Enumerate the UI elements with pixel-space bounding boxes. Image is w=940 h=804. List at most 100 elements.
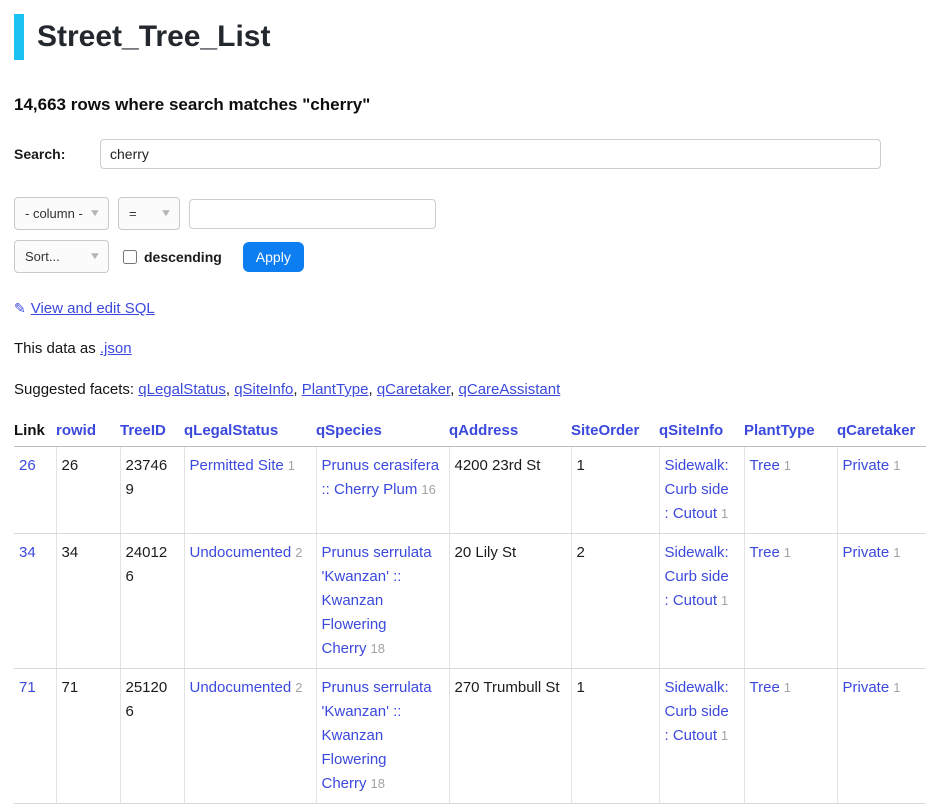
cell-qaddress: 4200 23rd St: [449, 447, 571, 534]
search-input[interactable]: [100, 139, 881, 169]
facet-count: 1: [784, 458, 791, 473]
row-link[interactable]: 34: [19, 544, 36, 561]
facet-count: 1: [721, 728, 728, 743]
results-table: LinkrowidTreeIDqLegalStatusqSpeciesqAddr…: [14, 420, 926, 804]
facet-value-link[interactable]: Undocumented: [190, 544, 292, 561]
facet-count: 1: [893, 458, 900, 473]
table-row: 3434240126Undocumented2Prunus serrulata …: [14, 534, 926, 669]
column-header-qcaretaker[interactable]: qCaretaker: [837, 420, 926, 447]
sort-select[interactable]: Sort...: [14, 240, 109, 273]
cell-qcaretaker: Private1: [837, 669, 926, 804]
facet-value-link[interactable]: Undocumented: [190, 679, 292, 696]
cell-link: 34: [14, 534, 56, 669]
sort-row: Sort... ▼ descending Apply: [14, 240, 926, 273]
cell-siteorder: 2: [571, 534, 659, 669]
cell-qaddress: 270 Trumbull St: [449, 669, 571, 804]
facet-count: 1: [893, 545, 900, 560]
cell-treeid: 240126: [120, 534, 184, 669]
facet-value-link[interactable]: Sidewalk: Curb side : Cutout: [665, 457, 729, 522]
descending-label: descending: [144, 249, 222, 265]
json-link[interactable]: .json: [100, 340, 132, 357]
table-header-row: LinkrowidTreeIDqLegalStatusqSpeciesqAddr…: [14, 420, 926, 447]
column-header-treeid[interactable]: TreeID: [120, 420, 184, 447]
filter-row: - column - ▼ = ▼: [14, 197, 926, 230]
row-link[interactable]: 71: [19, 679, 36, 696]
column-header-planttype[interactable]: PlantType: [744, 420, 837, 447]
facet-count: 2: [295, 545, 302, 560]
data-as-prefix: This data as: [14, 340, 96, 357]
facet-value-link[interactable]: Private: [843, 457, 890, 474]
cell-value: 4200 23rd St: [455, 457, 541, 474]
cell-rowid: 34: [56, 534, 120, 669]
column-select[interactable]: - column -: [14, 197, 109, 230]
cell-treeid: 237469: [120, 447, 184, 534]
cell-value: 26: [62, 457, 79, 474]
facet-value-link[interactable]: Sidewalk: Curb side : Cutout: [665, 679, 729, 744]
cell-qlegalstatus: Undocumented2: [184, 669, 316, 804]
cell-siteorder: 1: [571, 447, 659, 534]
cell-value: 1: [577, 679, 585, 696]
facet-count: 16: [421, 482, 435, 497]
cell-link: 26: [14, 447, 56, 534]
facet-value-link[interactable]: Tree: [750, 679, 780, 696]
cell-treeid: 251206: [120, 669, 184, 804]
cell-value: 237469: [126, 457, 168, 498]
cell-value: 2: [577, 544, 585, 561]
facet-link-qsiteinfo[interactable]: qSiteInfo: [234, 381, 293, 398]
cell-qcaretaker: Private1: [837, 534, 926, 669]
column-header-qlegalstatus[interactable]: qLegalStatus: [184, 420, 316, 447]
facet-count: 18: [371, 776, 385, 791]
cell-qlegalstatus: Undocumented2: [184, 534, 316, 669]
cell-planttype: Tree 1: [744, 447, 837, 534]
facet-value-link[interactable]: Private: [843, 679, 890, 696]
cell-qsiteinfo: Sidewalk: Curb side : Cutout1: [659, 534, 744, 669]
accent-bar: [14, 14, 24, 60]
row-link[interactable]: 26: [19, 457, 36, 474]
operator-select-wrap: = ▼: [118, 197, 180, 230]
operator-select[interactable]: =: [118, 197, 180, 230]
cell-value: 1: [577, 457, 585, 474]
facet-count: 18: [371, 641, 385, 656]
column-header-rowid[interactable]: rowid: [56, 420, 120, 447]
search-row: Search:: [14, 139, 881, 169]
filter-value-input[interactable]: [189, 199, 436, 229]
cell-value: 34: [62, 544, 79, 561]
facet-link-qcaretaker[interactable]: qCaretaker: [377, 381, 450, 398]
facet-value-link[interactable]: Tree: [750, 457, 780, 474]
facet-link-planttype[interactable]: PlantType: [302, 381, 369, 398]
cell-qsiteinfo: Sidewalk: Curb side : Cutout1: [659, 669, 744, 804]
table-row: 7171251206Undocumented2Prunus serrulata …: [14, 669, 926, 804]
table-row: 2626237469Permitted Site1Prunus cerasife…: [14, 447, 926, 534]
facet-value-link[interactable]: Permitted Site: [190, 457, 284, 474]
view-edit-sql-link[interactable]: View and edit SQL: [31, 300, 155, 317]
column-header-qsiteinfo[interactable]: qSiteInfo: [659, 420, 744, 447]
column-header-qspecies[interactable]: qSpecies: [316, 420, 449, 447]
facet-count: 2: [295, 680, 302, 695]
cell-link: 71: [14, 669, 56, 804]
cell-planttype: Tree1: [744, 669, 837, 804]
suggested-facets-row: Suggested facets: qLegalStatus, qSiteInf…: [14, 381, 926, 398]
apply-button[interactable]: Apply: [243, 242, 304, 272]
column-header-qaddress[interactable]: qAddress: [449, 420, 571, 447]
data-as-row: This data as .json: [14, 340, 926, 357]
facet-link-qlegalstatus[interactable]: qLegalStatus: [138, 381, 226, 398]
column-header-link: Link: [14, 420, 56, 447]
facet-link-qcareassistant[interactable]: qCareAssistant: [459, 381, 561, 398]
cell-value: 251206: [126, 679, 168, 720]
facet-count: 1: [288, 458, 295, 473]
column-select-wrap: - column - ▼: [14, 197, 109, 230]
facet-value-link[interactable]: Private: [843, 544, 890, 561]
cell-siteorder: 1: [571, 669, 659, 804]
cell-rowid: 71: [56, 669, 120, 804]
sort-select-wrap: Sort... ▼: [14, 240, 109, 273]
descending-checkbox[interactable]: [123, 250, 137, 264]
pencil-icon: ✎: [14, 300, 26, 316]
facet-count: 1: [721, 593, 728, 608]
cell-value: 71: [62, 679, 79, 696]
cell-value: 240126: [126, 544, 168, 585]
facets-prefix: Suggested facets:: [14, 381, 134, 398]
facet-value-link[interactable]: Sidewalk: Curb side : Cutout: [665, 544, 729, 609]
column-header-siteorder[interactable]: SiteOrder: [571, 420, 659, 447]
facet-value-link[interactable]: Tree: [750, 544, 780, 561]
facet-count: 1: [893, 680, 900, 695]
